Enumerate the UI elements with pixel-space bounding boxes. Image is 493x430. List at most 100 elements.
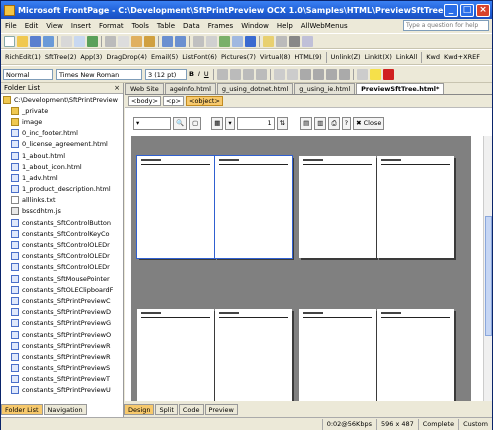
- close-preview-button[interactable]: ✖ Close: [353, 116, 385, 130]
- file-item[interactable]: 0_license_agreement.html: [1, 139, 123, 150]
- copy-icon[interactable]: [118, 35, 129, 47]
- menu-window[interactable]: Window: [237, 22, 273, 30]
- tab-using-ie[interactable]: g_using_ie.html: [294, 83, 356, 94]
- paste-icon[interactable]: [131, 35, 142, 47]
- file-item[interactable]: constants_SftControlButton: [1, 217, 123, 228]
- tab-web-site[interactable]: Web Site: [125, 83, 164, 94]
- close-button[interactable]: ×: [476, 3, 490, 17]
- page-setup-icon[interactable]: ▤: [300, 116, 313, 130]
- app-button[interactable]: App(3): [78, 53, 104, 61]
- folder-item[interactable]: _private: [1, 105, 123, 116]
- kwd-xref-button[interactable]: Kwd+XREF: [442, 53, 482, 61]
- unlink-button[interactable]: Unlink(Z): [329, 53, 363, 61]
- file-item[interactable]: 0_inc_footer.html: [1, 128, 123, 139]
- numbering-icon[interactable]: [299, 68, 311, 80]
- root-folder[interactable]: C:\Development\SftPrintPreview: [1, 94, 123, 105]
- tag-object[interactable]: <object>: [186, 96, 223, 106]
- menu-data[interactable]: Data: [179, 22, 204, 30]
- align-center-icon[interactable]: [229, 68, 241, 80]
- menu-help[interactable]: Help: [273, 22, 297, 30]
- file-item[interactable]: constants_SftControlKeyCo: [1, 228, 123, 239]
- close-folder-list-icon[interactable]: ×: [114, 83, 120, 94]
- menu-view[interactable]: View: [42, 22, 67, 30]
- font-select[interactable]: Times New Roman: [56, 68, 142, 80]
- file-item[interactable]: constants_SftPrintPreviewC: [1, 295, 123, 306]
- kwd-button[interactable]: Kwd: [424, 53, 442, 61]
- menu-edit[interactable]: Edit: [21, 22, 43, 30]
- preview-page[interactable]: [377, 156, 454, 258]
- increase-indent-icon[interactable]: [338, 68, 350, 80]
- tab-previewsfttree[interactable]: PreviewSftTree.html*: [356, 83, 445, 94]
- decrease-indent-icon[interactable]: [325, 68, 337, 80]
- tab-navigation[interactable]: Navigation: [43, 404, 87, 415]
- bold-button[interactable]: B: [187, 70, 196, 78]
- print-icon[interactable]: [61, 35, 72, 47]
- style-select[interactable]: Normal: [3, 68, 53, 80]
- dragdrop-button[interactable]: DragDrop(4): [104, 53, 149, 61]
- file-item[interactable]: 1_about.html: [1, 150, 123, 161]
- linkit-button[interactable]: LinkIt(X): [363, 53, 394, 61]
- zoom-in-icon[interactable]: 🔍: [173, 116, 188, 130]
- undo-icon[interactable]: [162, 35, 173, 47]
- file-item[interactable]: constants_SftOLEClipboardF: [1, 284, 123, 295]
- align-left-icon[interactable]: [216, 68, 228, 80]
- file-item[interactable]: constants_SftPrintPreviewU: [1, 385, 123, 396]
- layout-dropdown-icon[interactable]: ▾: [225, 116, 235, 130]
- file-item[interactable]: constants_SftControlOLEDr: [1, 239, 123, 250]
- highlight-icon[interactable]: [369, 68, 381, 80]
- file-item[interactable]: constants_SftPrintPreviewS: [1, 363, 123, 374]
- tab-split[interactable]: Split: [155, 404, 178, 415]
- help-icon[interactable]: ?: [341, 116, 352, 130]
- printer-icon[interactable]: ⎙: [328, 116, 340, 130]
- hyperlink-icon[interactable]: [245, 35, 256, 47]
- open-icon[interactable]: [17, 35, 28, 47]
- menu-insert[interactable]: Insert: [67, 22, 95, 30]
- borders-icon[interactable]: [356, 68, 368, 80]
- new-page-icon[interactable]: [4, 35, 15, 47]
- file-item[interactable]: constants_SftControlOLEDr: [1, 262, 123, 273]
- file-item[interactable]: bsscdhtm.js: [1, 206, 123, 217]
- vertical-scrollbar[interactable]: [483, 136, 492, 401]
- paragraph-icon[interactable]: [289, 35, 300, 47]
- align-right-icon[interactable]: [242, 68, 254, 80]
- preview-page[interactable]: [299, 309, 376, 401]
- menu-allwebmenus[interactable]: AllWebMenus: [297, 22, 352, 30]
- insert-layer-icon[interactable]: [232, 35, 243, 47]
- preview-page[interactable]: [215, 309, 292, 401]
- file-item[interactable]: constants_SftControlOLEDr: [1, 251, 123, 262]
- email-button[interactable]: Email(5): [149, 53, 180, 61]
- folder-list-icon[interactable]: [263, 35, 274, 47]
- tab-using-dotnet[interactable]: g_using_dotnet.html: [216, 83, 294, 94]
- file-item[interactable]: 1_adv.html: [1, 172, 123, 183]
- tab-design[interactable]: Design: [124, 404, 155, 415]
- file-item[interactable]: constants_SftMousePointer: [1, 273, 123, 284]
- decrease-font-icon[interactable]: [286, 68, 298, 80]
- file-item[interactable]: alllinks.txt: [1, 195, 123, 206]
- tab-pageinfo[interactable]: ageInfo.html: [164, 83, 216, 94]
- html-button[interactable]: HTML(9): [292, 53, 323, 61]
- bullets-icon[interactable]: [312, 68, 324, 80]
- menu-format[interactable]: Format: [95, 22, 128, 30]
- redo-icon[interactable]: [175, 35, 186, 47]
- preview-page[interactable]: [299, 156, 376, 258]
- increase-font-icon[interactable]: [273, 68, 285, 80]
- save-icon[interactable]: [30, 35, 41, 47]
- format-painter-icon[interactable]: [144, 35, 155, 47]
- menu-file[interactable]: File: [1, 22, 21, 30]
- print-preview-canvas[interactable]: [131, 136, 471, 401]
- virtual-button[interactable]: Virtual(8): [258, 53, 292, 61]
- underline-button[interactable]: U: [202, 70, 211, 78]
- page-spin-icon[interactable]: ⇅: [276, 116, 289, 130]
- file-item[interactable]: constants_SftPrintPreviewD: [1, 307, 123, 318]
- preview-page[interactable]: [136, 155, 215, 259]
- folder-item[interactable]: image: [1, 116, 123, 127]
- title-bar[interactable]: Microsoft FrontPage - C:\Development\Sft…: [1, 1, 492, 19]
- insert-table-icon[interactable]: [206, 35, 217, 47]
- sfttree-button[interactable]: SftTree(2): [43, 53, 79, 61]
- publish-icon[interactable]: [43, 35, 54, 47]
- cut-icon[interactable]: [105, 35, 116, 47]
- zoom-select[interactable]: ▾: [133, 116, 171, 130]
- help-icon[interactable]: [302, 35, 313, 47]
- print-pages-icon[interactable]: ▥: [314, 116, 327, 130]
- tab-code[interactable]: Code: [178, 404, 204, 415]
